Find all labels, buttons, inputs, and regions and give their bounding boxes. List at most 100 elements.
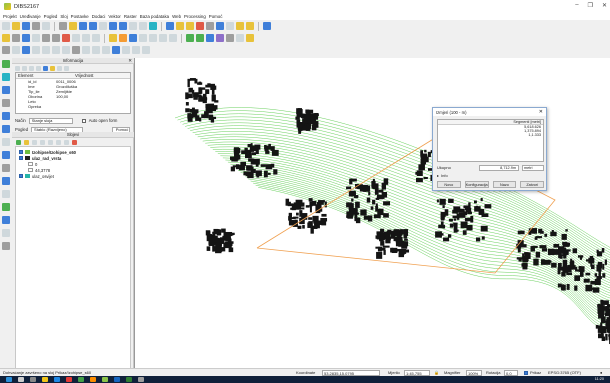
add-part-icon[interactable] [32,46,40,54]
new-shapefile-layer-icon[interactable] [2,242,10,250]
print-results-icon[interactable] [57,65,62,71]
layer-style-icon[interactable] [16,139,21,145]
zoom-full-icon[interactable] [99,22,107,30]
crs-label[interactable]: EPSG:3765 (OTF) [548,370,581,375]
menu-processing[interactable]: Processing [184,14,206,19]
split-features-icon[interactable] [92,46,100,54]
paste-features-icon[interactable] [92,34,100,42]
menu-pomoc[interactable]: Pomoć [209,14,223,19]
add-ring-icon[interactable] [22,46,30,54]
new-gpx-icon[interactable] [2,216,10,224]
move-feature-icon[interactable] [42,34,50,42]
messages-icon[interactable]: ● [600,370,602,375]
menu-sloj[interactable]: Sloj [60,14,67,19]
layer-item[interactable]: ulaz_osvijet [16,173,130,179]
offset-curve-icon[interactable] [82,46,90,54]
add-raster-layer-icon[interactable] [2,73,10,81]
show-label-icon[interactable] [139,34,147,42]
add-mssql-icon[interactable] [2,112,10,120]
delete-ring-icon[interactable] [52,46,60,54]
python-console-icon[interactable] [263,22,271,30]
delete-part-icon[interactable] [62,46,70,54]
split-parts-icon[interactable] [102,46,110,54]
reshape-icon[interactable] [72,46,80,54]
add-oracle-icon[interactable] [2,125,10,133]
back-button[interactable]: Nazo [492,181,517,188]
expand-arrow-icon[interactable]: ▸ [437,173,439,178]
mode-select[interactable]: Stanje sloja [28,117,73,124]
add-wms-icon[interactable] [206,34,214,42]
rotate-label-icon[interactable] [159,34,167,42]
close-icon[interactable]: ✕ [128,58,132,64]
qgis-taskbar-icon[interactable] [102,377,108,382]
new-shapefile-icon[interactable] [236,34,244,42]
app-icon[interactable] [78,377,84,382]
add-postgis-icon[interactable] [2,86,10,94]
new-temporary-layer-icon[interactable] [2,229,10,237]
menu-projekt[interactable]: Projekt [3,14,17,19]
collapse-all-icon[interactable] [64,139,69,145]
app-icon[interactable] [66,377,72,382]
layer-visibility-checkbox[interactable] [19,156,23,160]
label-icon[interactable] [109,34,117,42]
maximize-icon[interactable]: ❐ [588,2,593,9]
column-element[interactable]: Element [16,73,73,78]
deselect-icon[interactable] [186,22,194,30]
fill-ring-icon[interactable] [42,46,50,54]
pan-icon[interactable] [59,22,67,30]
minimize-icon[interactable]: – [575,2,578,9]
identify-select-icon[interactable] [50,65,55,71]
map-render[interactable] [135,58,610,368]
new-project-icon[interactable] [2,22,10,30]
clear-results-icon[interactable] [36,65,41,71]
menu-pogled[interactable]: Pogled [44,14,58,19]
field-calculator-icon[interactable] [206,22,214,30]
close-icon[interactable]: ✕ [602,2,607,9]
save-as-icon[interactable] [32,22,40,30]
identify-icon[interactable] [166,22,174,30]
manage-visibility-icon[interactable] [32,139,37,145]
explorer-icon[interactable] [42,377,48,382]
merge-attributes-icon[interactable] [122,46,130,54]
edge-icon[interactable] [54,377,60,382]
add-feature-icon[interactable] [32,34,40,42]
highlight-label-icon[interactable] [119,34,127,42]
expand-new-icon[interactable] [29,65,34,71]
render-checkbox[interactable] [524,371,528,375]
select-icon[interactable] [176,22,184,30]
lock-icon[interactable]: 🔒 [434,370,439,375]
add-wcs-icon[interactable] [2,164,10,172]
add-wms-layer-icon[interactable] [2,151,10,159]
add-wfs-layer-icon[interactable] [2,177,10,185]
pan-to-selection-icon[interactable] [69,22,77,30]
save-project-icon[interactable] [22,22,30,30]
simplify-icon[interactable] [12,46,20,54]
task-view-icon[interactable] [30,377,36,382]
word-icon[interactable] [114,377,120,382]
remove-layer-icon[interactable] [72,139,77,145]
info-toggle[interactable]: ▸ Info [437,173,448,178]
add-db2-icon[interactable] [2,138,10,146]
add-vector-layer-icon[interactable] [2,60,10,68]
layer-visibility-checkbox[interactable] [19,174,23,178]
plugin-icon[interactable] [246,34,254,42]
map-canvas[interactable] [134,58,610,368]
close-button[interactable]: Zatvori [520,181,545,188]
snapping-icon[interactable] [142,46,150,54]
menu-vektor[interactable]: Vektor [108,14,120,19]
start-icon[interactable] [6,377,12,382]
cut-features-icon[interactable] [72,34,80,42]
zoom-layer-icon[interactable] [109,22,117,30]
zoom-next-icon[interactable] [139,22,147,30]
filter-legend-icon[interactable] [40,139,45,145]
measure-icon[interactable] [226,22,234,30]
search-icon[interactable] [18,377,24,382]
menu-web[interactable]: Web [172,14,181,19]
copy-feature-icon[interactable] [43,65,48,71]
add-delimited-text-icon[interactable] [2,190,10,198]
auto-open-checkbox[interactable] [81,118,86,123]
menu-baza[interactable]: Baza podataka [140,14,169,19]
edit-pencil-icon[interactable] [2,34,10,42]
layer-visibility-checkbox[interactable] [19,150,23,154]
attribute-table-icon[interactable] [196,22,204,30]
